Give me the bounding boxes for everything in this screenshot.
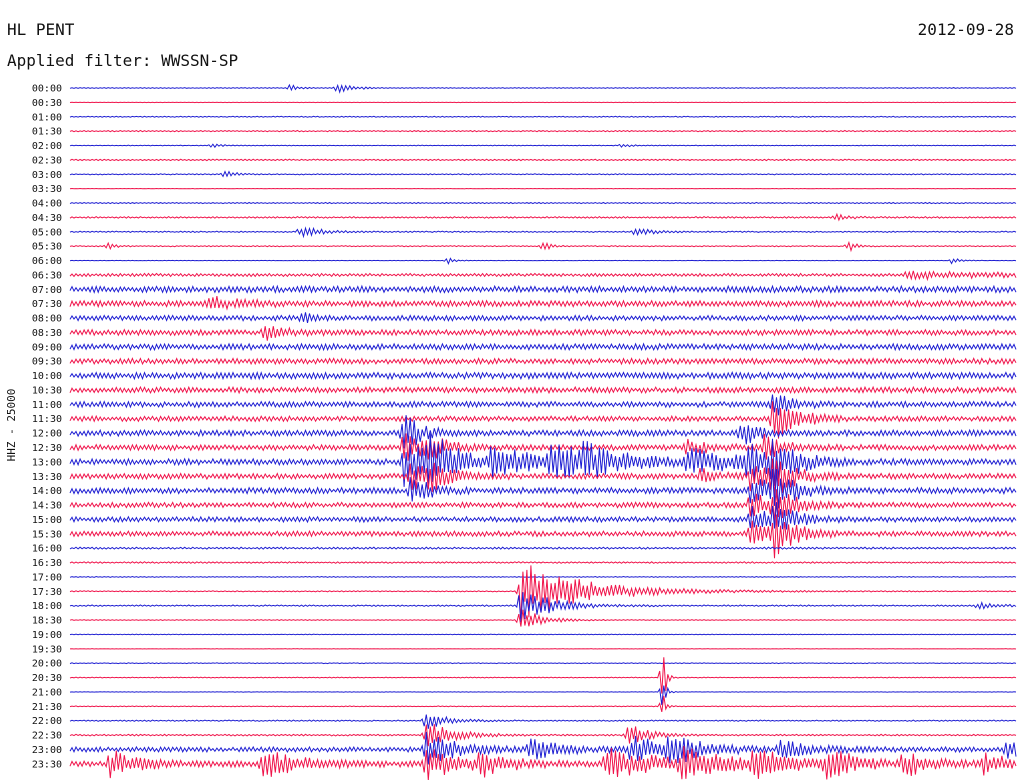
time-tick-label: 13:30 [32,472,62,483]
trace-line-1500 [69,502,1017,530]
trace-line-1000 [69,371,1017,381]
trace-line-0730 [69,296,1017,311]
time-tick-label: 20:30 [32,673,62,684]
time-tick-label: 18:00 [32,601,62,612]
trace-line-1230 [69,433,1017,461]
trace-line-0930 [69,356,1017,366]
time-tick-label: 08:00 [32,314,62,325]
time-tick-label: 23:00 [32,745,62,756]
trace-line-0000 [69,83,1017,94]
trace-line-1100 [69,394,1017,416]
trace-line-0430 [69,212,1017,222]
trace-line-0230 [69,158,1017,162]
time-tick-label: 05:30 [32,242,62,253]
trace-line-0400 [69,201,1017,205]
time-tick-label: 17:00 [32,572,62,583]
date-label: 2012-09-28 [918,20,1014,39]
time-tick-label: 09:00 [32,342,62,353]
time-tick-label: 07:00 [32,285,62,296]
trace-line-0300 [69,170,1017,178]
time-tick-label: 00:30 [32,98,62,109]
y-axis-label: HHZ - 25000 [5,389,18,462]
trace-line-2130 [69,695,1017,713]
trace-line-0830 [69,326,1017,341]
time-tick-label: 23:30 [32,759,62,770]
time-tick-label: 07:30 [32,299,62,310]
trace-line-0700 [69,284,1017,295]
trace-line-0500 [69,226,1017,239]
time-tick-label: 14:00 [32,486,62,497]
trace-line-0100 [69,115,1017,118]
station-title: HL PENT [7,20,75,39]
seismogram-chart: HL PENT 2012-09-28 Applied filter: WWSSN… [5,20,1017,780]
time-tick-label: 03:00 [32,170,62,181]
time-tick-label: 15:30 [32,529,62,540]
time-tick-label: 12:00 [32,429,62,440]
trace-line-0800 [69,312,1017,324]
trace-line-1830 [69,609,1017,627]
time-tick-label: 13:00 [32,457,62,468]
time-tick-label: 21:00 [32,687,62,698]
trace-group: 00:00 00:30 01:00 01:30 02:00 02:30 03:00 03:30… [32,83,1017,780]
time-tick-label: 05:00 [32,227,62,238]
trace-line-2100 [69,685,1017,706]
time-tick-label: 10:00 [32,371,62,382]
trace-line-0900 [69,342,1017,352]
time-tick-label: 22:30 [32,731,62,742]
time-tick-label: 20:00 [32,659,62,670]
time-tick-label: 04:30 [32,213,62,224]
time-tick-label: 19:00 [32,630,62,641]
trace-line-0200 [69,143,1017,149]
trace-line-1530 [69,514,1017,559]
filter-label: Applied filter: WWSSN-SP [7,51,238,70]
time-tick-label: 17:30 [32,587,62,598]
time-tick-label: 01:00 [32,112,62,123]
trace-line-1330 [69,458,1017,498]
time-tick-label: 02:30 [32,155,62,166]
trace-line-1600 [69,546,1017,550]
time-tick-label: 15:00 [32,515,62,526]
time-tick-label: 00:00 [32,84,62,95]
time-tick-label: 11:00 [32,400,62,411]
time-tick-label: 18:30 [32,616,62,627]
time-tick-label: 06:00 [32,256,62,267]
trace-line-0530 [69,240,1017,253]
trace-line-0630 [69,270,1017,282]
time-tick-label: 06:30 [32,270,62,281]
trace-line-0130 [69,129,1017,133]
trace-line-1030 [69,385,1017,395]
time-tick-label: 08:30 [32,328,62,339]
time-tick-label: 16:30 [32,558,62,569]
trace-line-1630 [69,561,1017,564]
time-tick-label: 21:30 [32,702,62,713]
time-tick-label: 02:00 [32,141,62,152]
time-tick-label: 16:00 [32,544,62,555]
trace-line-1300 [69,433,1017,488]
trace-line-2000 [69,662,1017,665]
time-tick-label: 22:00 [32,716,62,727]
time-tick-label: 09:30 [32,357,62,368]
time-tick-label: 19:30 [32,644,62,655]
trace-line-1900 [69,633,1017,636]
time-tick-label: 11:30 [32,414,62,425]
time-tick-label: 10:30 [32,385,62,396]
trace-line-0600 [69,257,1017,266]
time-tick-label: 04:00 [32,199,62,210]
time-tick-label: 14:30 [32,501,62,512]
trace-line-2330 [69,745,1017,780]
trace-line-2200 [69,714,1017,729]
time-tick-label: 03:30 [32,184,62,195]
trace-line-1730 [69,565,1017,620]
time-tick-label: 01:30 [32,127,62,138]
time-tick-label: 12:30 [32,443,62,454]
